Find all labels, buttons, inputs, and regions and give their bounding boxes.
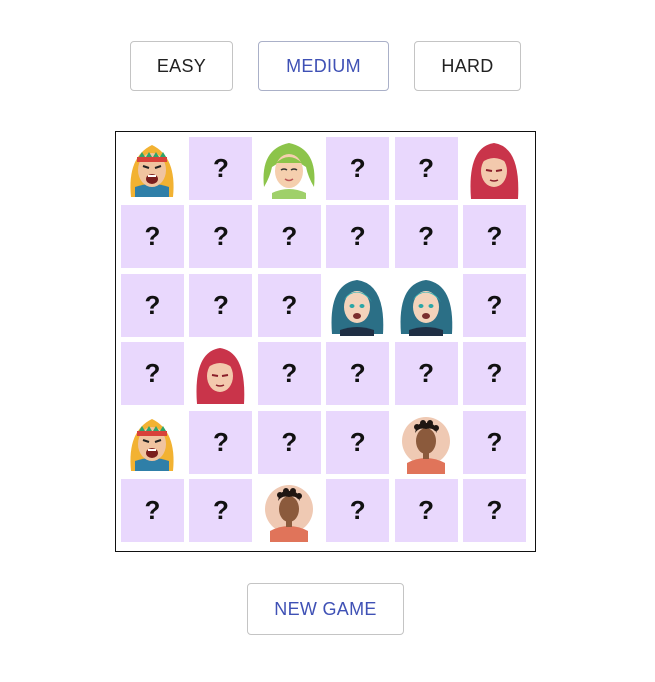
hidden-card-mark: ? bbox=[144, 495, 161, 525]
difficulty-selector: EASY MEDIUM HARD bbox=[0, 41, 655, 93]
hidden-card-mark: ? bbox=[486, 358, 503, 389]
board-cell[interactable] bbox=[257, 137, 321, 200]
board-cell[interactable]: ? bbox=[257, 205, 321, 269]
board-cell[interactable] bbox=[326, 273, 390, 337]
avatar-curly-hair-man-icon bbox=[395, 411, 458, 474]
board-cell[interactable]: ? bbox=[463, 342, 526, 406]
board-cell[interactable]: ? bbox=[326, 342, 390, 406]
hidden-card-mark: ? bbox=[486, 426, 503, 457]
board-cell[interactable] bbox=[121, 137, 184, 200]
hidden-card-mark: ? bbox=[418, 153, 435, 183]
board-cell[interactable]: ? bbox=[326, 479, 390, 542]
board-cell[interactable]: ? bbox=[326, 205, 390, 269]
board-cell[interactable]: ? bbox=[189, 273, 253, 337]
board-cell[interactable]: ? bbox=[189, 205, 253, 269]
board-cell[interactable] bbox=[394, 273, 458, 337]
hidden-card-mark: ? bbox=[281, 289, 298, 320]
board-cell[interactable]: ? bbox=[394, 205, 458, 269]
board-cell[interactable]: ? bbox=[463, 205, 526, 269]
hidden-card-mark: ? bbox=[418, 221, 435, 252]
hidden-card-mark: ? bbox=[349, 426, 366, 457]
hard-button[interactable]: HARD bbox=[414, 41, 521, 91]
board-cell[interactable]: ? bbox=[189, 137, 253, 200]
board-cell[interactable] bbox=[121, 410, 184, 474]
board-cell[interactable]: ? bbox=[257, 273, 321, 337]
board-cell[interactable]: ? bbox=[121, 205, 184, 269]
medium-button[interactable]: MEDIUM bbox=[258, 41, 389, 91]
board-cell[interactable]: ? bbox=[189, 410, 253, 474]
board-cell[interactable]: ? bbox=[121, 342, 184, 406]
avatar-teal-hair-woman-icon bbox=[395, 274, 458, 337]
board-cell[interactable]: ? bbox=[394, 137, 458, 200]
hidden-card-mark: ? bbox=[144, 358, 161, 389]
hidden-card-mark: ? bbox=[418, 495, 435, 525]
hidden-card-mark: ? bbox=[349, 495, 366, 525]
avatar-teal-hair-woman-icon bbox=[326, 274, 389, 337]
easy-button[interactable]: EASY bbox=[130, 41, 233, 91]
hidden-card-mark: ? bbox=[281, 221, 298, 252]
hidden-card-mark: ? bbox=[486, 495, 503, 525]
hidden-card-mark: ? bbox=[349, 153, 366, 183]
board-cell[interactable]: ? bbox=[394, 479, 458, 542]
hidden-card-mark: ? bbox=[212, 221, 229, 252]
avatar-curly-hair-man-icon bbox=[258, 479, 321, 542]
board-cell[interactable]: ? bbox=[121, 273, 184, 337]
hidden-card-mark: ? bbox=[212, 289, 229, 320]
hidden-card-mark: ? bbox=[349, 221, 366, 252]
avatar-green-hair-woman-icon bbox=[258, 137, 321, 200]
new-game-button[interactable]: NEW GAME bbox=[247, 583, 404, 635]
hidden-card-mark: ? bbox=[349, 358, 366, 389]
hidden-card-mark: ? bbox=[281, 358, 298, 389]
board-cell[interactable]: ? bbox=[463, 479, 526, 542]
hidden-card-mark: ? bbox=[212, 426, 229, 457]
avatar-red-hijab-woman-icon bbox=[189, 342, 252, 405]
hidden-card-mark: ? bbox=[144, 289, 161, 320]
board-cell[interactable]: ? bbox=[257, 342, 321, 406]
hidden-card-mark: ? bbox=[418, 358, 435, 389]
board-cell[interactable] bbox=[189, 342, 253, 406]
board-cell[interactable]: ? bbox=[463, 273, 526, 337]
hidden-card-mark: ? bbox=[281, 426, 298, 457]
memory-board: ? ?? ????????? ? ? ? ? ? ? ? ? ? ? ? ? ?… bbox=[115, 131, 536, 552]
hidden-card-mark: ? bbox=[486, 221, 503, 252]
hidden-card-mark: ? bbox=[212, 153, 229, 183]
board-cell[interactable]: ? bbox=[326, 137, 390, 200]
board-cell[interactable]: ? bbox=[463, 410, 526, 474]
hidden-card-mark: ? bbox=[144, 221, 161, 252]
board-cell[interactable]: ? bbox=[394, 342, 458, 406]
board-cell[interactable] bbox=[394, 410, 458, 474]
avatar-red-hijab-woman-icon bbox=[463, 137, 526, 200]
board-cell[interactable]: ? bbox=[257, 410, 321, 474]
hidden-card-mark: ? bbox=[486, 289, 503, 320]
board-cell[interactable]: ? bbox=[326, 410, 390, 474]
board-cell[interactable] bbox=[463, 137, 526, 200]
board-cell[interactable]: ? bbox=[121, 479, 184, 542]
board-cell[interactable]: ? bbox=[189, 479, 253, 542]
board-cell[interactable] bbox=[257, 479, 321, 542]
avatar-headband-shouting-icon bbox=[121, 137, 184, 200]
avatar-headband-shouting-icon bbox=[121, 411, 184, 474]
hidden-card-mark: ? bbox=[212, 495, 229, 525]
